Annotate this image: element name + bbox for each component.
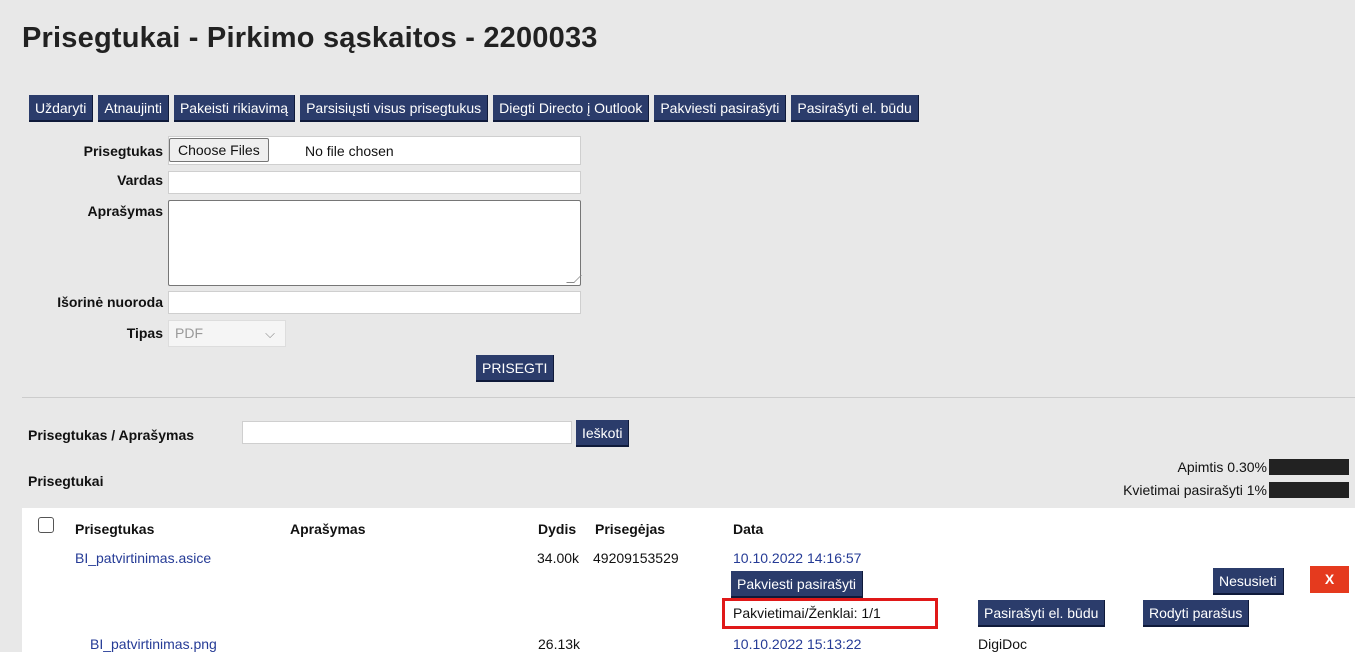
attachments-table: [22, 508, 1355, 652]
page-title: Prisegtukai - Pirkimo sąskaitos - 220003…: [22, 22, 598, 54]
description-label: Aprašymas: [87, 203, 164, 219]
attachment-extra: DigiDoc: [978, 636, 1028, 652]
search-button[interactable]: Ieškoti: [576, 420, 630, 447]
resize-handle[interactable]: [566, 275, 582, 283]
volume-label: Apimtis 0.30%: [1177, 459, 1267, 475]
description-textarea[interactable]: [168, 200, 582, 286]
invites-meter: Kvietimai pasirašyti 1%: [1123, 482, 1349, 498]
type-label: Tipas: [126, 325, 163, 341]
external-link-label: Išorinė nuoroda: [57, 294, 163, 310]
chevron-down-icon: ⌵: [265, 326, 275, 341]
unlink-button[interactable]: Nesusieti: [1213, 568, 1284, 595]
attachment-label: Prisegtukas: [83, 143, 163, 159]
attachments-section-label: Prisegtukai: [28, 473, 104, 489]
row-invite-to-sign-button[interactable]: Pakviesti pasirašyti: [731, 571, 864, 598]
type-select-value: PDF: [175, 325, 203, 341]
search-input[interactable]: [242, 421, 572, 444]
select-all-checkbox[interactable]: [38, 517, 54, 533]
search-label: Prisegtukas / Aprašymas: [28, 427, 195, 443]
delete-button[interactable]: X: [1310, 566, 1349, 593]
name-label: Vardas: [117, 172, 163, 188]
column-header-uploader[interactable]: Prisegėjas: [595, 521, 665, 537]
choose-files-button[interactable]: Choose Files: [169, 138, 269, 162]
attachment-size: 34.00k: [537, 550, 580, 566]
attachment-date: 10.10.2022 14:16:57: [733, 550, 862, 566]
attachment-uploader: 49209153529: [593, 550, 679, 566]
attachment-date: 10.10.2022 15:13:22: [733, 636, 862, 652]
attachment-size: 26.13k: [538, 636, 581, 652]
volume-meter: Apimtis 0.30%: [1178, 459, 1349, 475]
attachment-link[interactable]: BI_patvirtinimas.png: [90, 636, 217, 652]
file-status: No file chosen: [305, 143, 394, 159]
column-header-size[interactable]: Dydis: [538, 521, 576, 537]
type-select[interactable]: PDF ⌵: [168, 320, 286, 347]
invites-bar: [1269, 482, 1349, 498]
column-header-attachment[interactable]: Prisegtukas: [75, 521, 154, 537]
install-outlook-button[interactable]: Diegti Directo į Outlook: [493, 95, 650, 122]
toolbar: Uždaryti Atnaujinti Pakeisti rikiavimą P…: [29, 95, 919, 122]
highlight-box: [722, 598, 938, 629]
volume-bar: [1269, 459, 1349, 475]
column-header-date[interactable]: Data: [733, 521, 763, 537]
attach-button[interactable]: PRISEGTI: [476, 355, 555, 382]
show-signatures-button[interactable]: Rodyti parašus: [1143, 600, 1250, 627]
external-link-input[interactable]: [168, 291, 581, 314]
column-header-description[interactable]: Aprašymas: [290, 521, 366, 537]
refresh-button[interactable]: Atnaujinti: [98, 95, 169, 122]
divider: [22, 397, 1355, 398]
invites-label: Kvietimai pasirašyti 1%: [1123, 482, 1267, 498]
change-sort-button[interactable]: Pakeisti rikiavimą: [173, 95, 296, 122]
row-sign-electronically-button[interactable]: Pasirašyti el. būdu: [978, 600, 1106, 627]
invite-to-sign-button[interactable]: Pakviesti pasirašyti: [654, 95, 787, 122]
close-button[interactable]: Uždaryti: [29, 95, 94, 122]
name-input[interactable]: [168, 171, 581, 194]
download-all-button[interactable]: Parsisiųsti visus prisegtukus: [300, 95, 489, 122]
sign-electronically-button[interactable]: Pasirašyti el. būdu: [791, 95, 919, 122]
attachment-link[interactable]: BI_patvirtinimas.asice: [75, 550, 211, 566]
